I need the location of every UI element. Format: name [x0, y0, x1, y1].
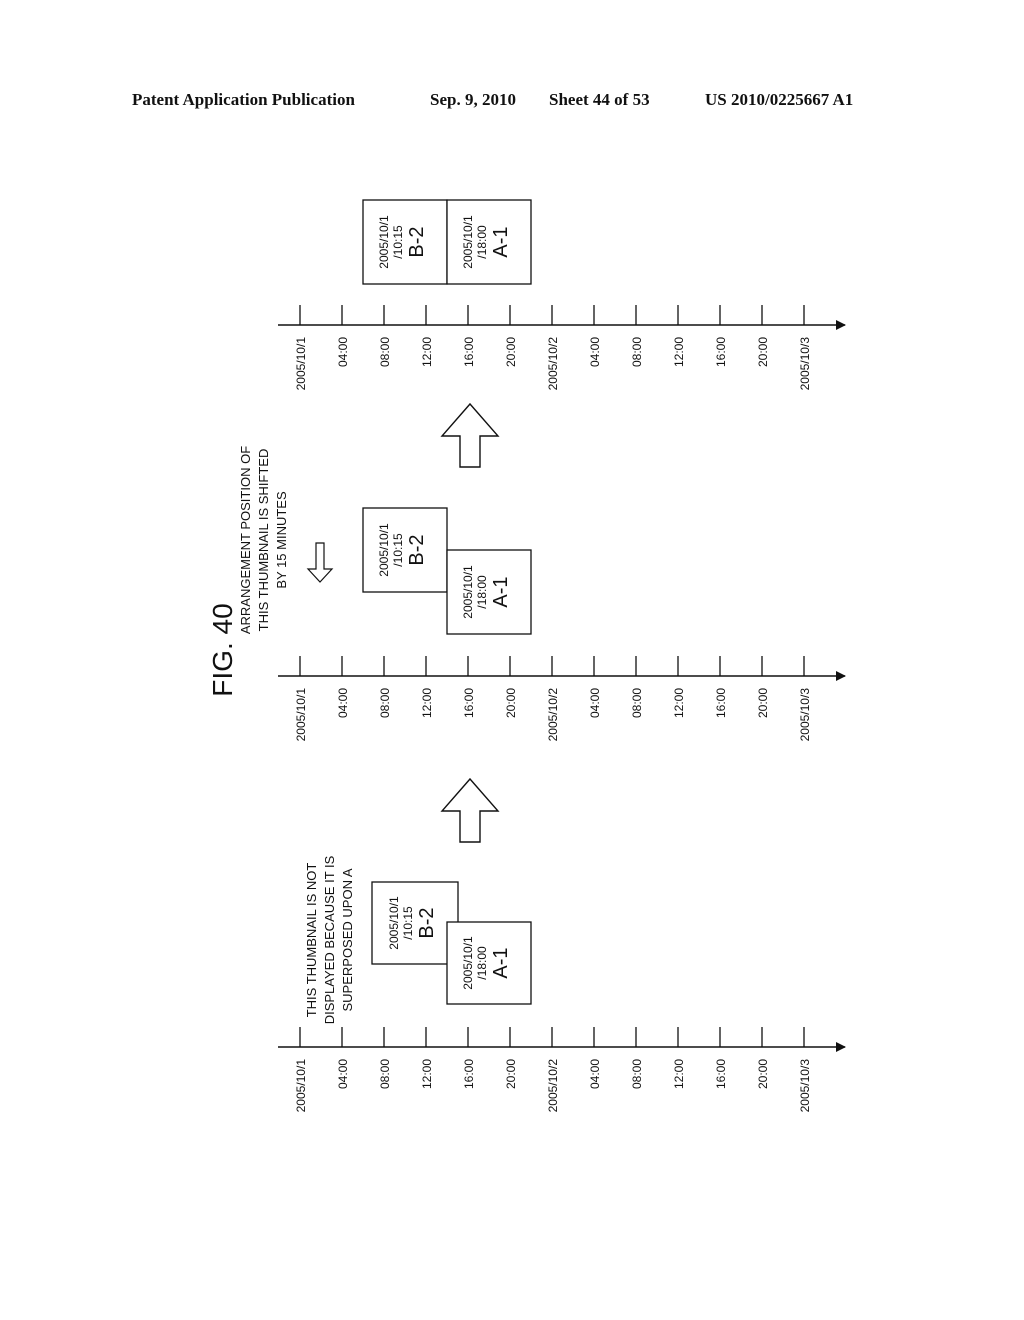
tick-label: 08:00 [630, 688, 644, 718]
tick-label: 2005/10/1 [294, 337, 308, 391]
annotation-text: DISPLAYED BECAUSE IT IS [322, 855, 337, 1024]
tick-label: 2005/10/3 [798, 1059, 812, 1113]
thumbnail-id: B-2 [406, 226, 428, 257]
tick-label: 08:00 [378, 337, 392, 367]
thumbnail-id: B-2 [406, 534, 428, 565]
thumbnail-date: 2005/10/1 [461, 565, 475, 619]
shift-arrow-icon [306, 542, 334, 583]
tick-label: 2005/10/2 [546, 1059, 560, 1113]
thumbnail-time: /10:15 [401, 906, 415, 940]
annotation-text: BY 15 MINUTES [274, 491, 289, 589]
tick-label: 04:00 [336, 1059, 350, 1089]
figure-40: FIG. 40 2005/10/1 04:00 08:00 12:00 16:00 20:… [207, 199, 846, 1113]
tick-label: 08:00 [630, 337, 644, 367]
thumbnail-date: 2005/10/1 [461, 936, 475, 990]
thumbnail-b-2 [362, 199, 448, 285]
tick-label: 16:00 [462, 1059, 476, 1089]
thumbnail-time: /18:00 [475, 946, 489, 980]
thumbnail-time: /18:00 [475, 225, 489, 259]
annotation-text: THIS THUMBNAIL IS SHIFTED [256, 449, 271, 632]
tick-label: 04:00 [336, 688, 350, 718]
thumbnail-date: 2005/10/1 [461, 215, 475, 269]
tick-label: 20:00 [504, 1059, 518, 1089]
thumbnail-b-2 [362, 507, 448, 593]
tick-label: 16:00 [714, 337, 728, 367]
thumbnail-id: A-1 [490, 226, 512, 257]
tick-label: 16:00 [714, 688, 728, 718]
tick-label: 12:00 [420, 337, 434, 367]
tick-label: 16:00 [462, 337, 476, 367]
tick-label: 2005/10/1 [294, 688, 308, 742]
thumbnail-a-1 [446, 549, 532, 635]
tick-label: 2005/10/2 [546, 688, 560, 742]
tick-label: 08:00 [378, 688, 392, 718]
tick-label: 04:00 [588, 1059, 602, 1089]
thumbnail-a-1 [446, 199, 532, 285]
tick-label: 20:00 [756, 337, 770, 367]
thumbnail-date: 2005/10/1 [377, 215, 391, 269]
tick-label: 12:00 [420, 1059, 434, 1089]
tick-label: 04:00 [336, 337, 350, 367]
tick-label: 04:00 [588, 337, 602, 367]
tick-label: 2005/10/1 [294, 1059, 308, 1113]
thumbnail-time: /18:00 [475, 575, 489, 609]
thumbnail-a-1 [446, 921, 532, 1005]
tick-label: 16:00 [462, 688, 476, 718]
thumbnail-b-2 [371, 881, 459, 965]
thumbnail-id: A-1 [490, 576, 512, 607]
tick-label: 08:00 [630, 1059, 644, 1089]
thumbnail-date: 2005/10/1 [377, 523, 391, 577]
thumbnail-date: 2005/10/1 [387, 896, 401, 950]
thumbnail-time: /10:15 [391, 225, 405, 259]
thumbnail-time: /10:15 [391, 533, 405, 567]
annotation-text: THIS THUMBNAIL IS NOT [304, 863, 319, 1018]
tick-label: 04:00 [588, 688, 602, 718]
tick-label: 12:00 [420, 688, 434, 718]
tick-label: 16:00 [714, 1059, 728, 1089]
tick-label: 20:00 [756, 1059, 770, 1089]
tick-label: 08:00 [378, 1059, 392, 1089]
tick-label: 20:00 [756, 688, 770, 718]
tick-label: 20:00 [504, 688, 518, 718]
tick-label: 2005/10/3 [798, 337, 812, 391]
tick-label: 12:00 [672, 1059, 686, 1089]
annotation-text: SUPERPOSED UPON A [340, 868, 355, 1011]
thumbnail-id: A-1 [490, 947, 512, 978]
tick-label: 2005/10/3 [798, 688, 812, 742]
figure-label: FIG. 40 [207, 603, 238, 696]
tick-label: 2005/10/2 [546, 337, 560, 391]
tick-label: 12:00 [672, 337, 686, 367]
transition-arrow-icon [440, 402, 500, 468]
thumbnail-id: B-2 [416, 907, 438, 938]
annotation-text: ARRANGEMENT POSITION OF [238, 446, 253, 634]
transition-arrow-icon [440, 777, 500, 843]
tick-label: 20:00 [504, 337, 518, 367]
tick-label: 12:00 [672, 688, 686, 718]
